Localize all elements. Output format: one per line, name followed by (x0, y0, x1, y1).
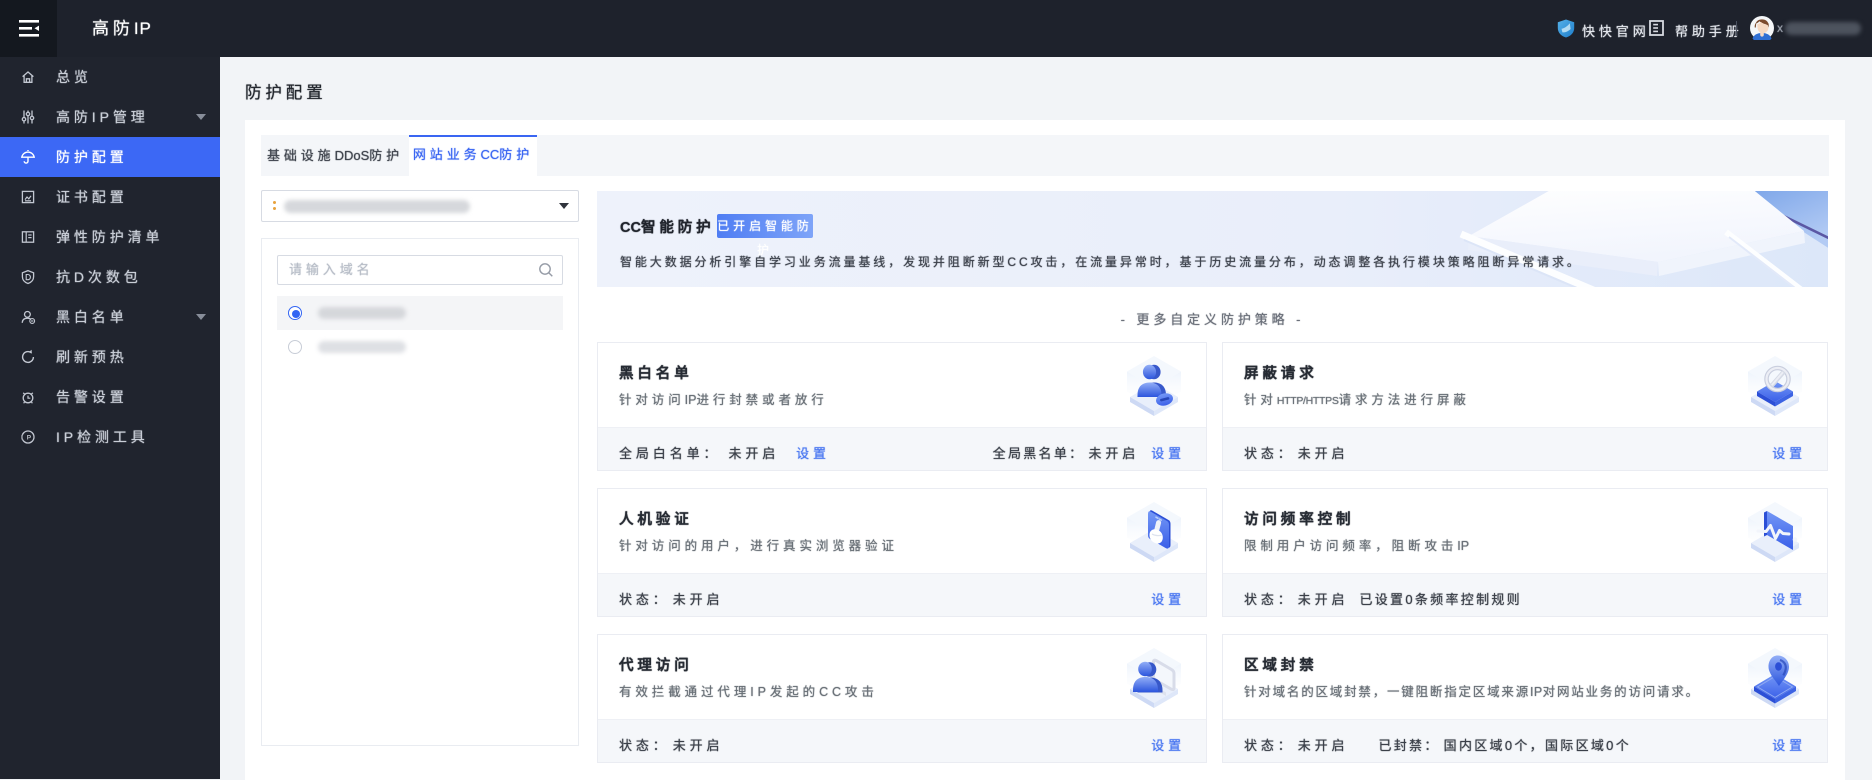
svg-text:IP: IP (21, 434, 35, 441)
